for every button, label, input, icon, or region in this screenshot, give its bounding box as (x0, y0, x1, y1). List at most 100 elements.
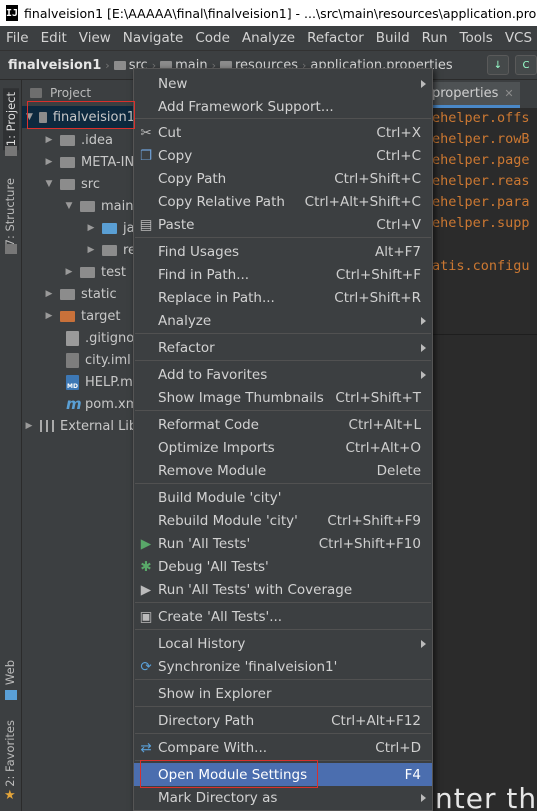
collapsed-arrow-icon: ▶ (45, 157, 53, 167)
tree-item-resources[interactable]: ▶ re (86, 239, 137, 261)
submenu-arrow-icon (421, 639, 426, 648)
tree-item-static[interactable]: ▶ static (44, 283, 117, 305)
breadcrumb-project[interactable]: finalveision1 (0, 58, 105, 73)
editor-tab-application-properties[interactable]: properties ✕ (430, 82, 520, 108)
code-line: ehelper.rowB (432, 131, 530, 147)
menu-item-label: Run 'All Tests' (158, 535, 251, 552)
menu-item-shortcut: Ctrl+V (376, 216, 421, 233)
structure-tab-icon (5, 244, 17, 254)
run-config-dropdown[interactable]: C (515, 55, 537, 75)
menu-item-optimize-imports[interactable]: Optimize Imports Ctrl+Alt+O (134, 436, 432, 459)
collapsed-arrow-icon: ▶ (87, 245, 95, 255)
submenu-arrow-icon (421, 343, 426, 352)
tree-item-src[interactable]: ▼ src (44, 173, 100, 195)
tree-item-external-libraries[interactable]: ▶ External Lib (24, 415, 138, 437)
tree-item-main[interactable]: ▼ main (64, 195, 134, 217)
menu-item-debug-all-tests[interactable]: ✱ Debug 'All Tests' (134, 555, 432, 578)
context-menu: New Add Framework Support... ✂ Cut Ctrl+X ❐ Co… (133, 68, 433, 811)
menu-item-copy-path[interactable]: Copy Path Ctrl+Shift+C (134, 167, 432, 190)
menu-item-label: Copy (158, 147, 193, 164)
menu-tools[interactable]: Tools (454, 30, 499, 46)
tree-item-meta-inf[interactable]: ▶ META-IN (44, 151, 135, 173)
menu-item-analyze[interactable]: Analyze (134, 309, 432, 332)
menu-item-copy-relative-path[interactable]: Copy Relative Path Ctrl+Alt+Shift+C (134, 190, 432, 213)
tree-item-label: city.iml (85, 352, 131, 368)
menu-item-replace-in-path[interactable]: Replace in Path... Ctrl+Shift+R (134, 286, 432, 309)
menu-view[interactable]: View (73, 30, 117, 46)
menu-item-synchronize-finalveision1[interactable]: ⟳ Synchronize 'finalveision1' (134, 655, 432, 678)
menu-item-label: Remove Module (158, 462, 267, 479)
menu-item-show-in-explorer[interactable]: Show in Explorer (134, 682, 432, 705)
menu-item-remove-module[interactable]: Remove Module Delete (134, 459, 432, 482)
menu-item-copy[interactable]: ❐ Copy Ctrl+C (134, 144, 432, 167)
close-icon[interactable]: ✕ (504, 87, 513, 100)
tree-item-java[interactable]: ▶ ja (86, 217, 135, 239)
menu-vcs[interactable]: VCS (499, 30, 537, 46)
tree-item-gitignore[interactable]: .gitignor (66, 327, 140, 349)
menu-item-new[interactable]: New (134, 72, 432, 95)
menu-separator (135, 360, 431, 361)
menu-item-shortcut: Ctrl+Shift+C (334, 170, 421, 187)
menu-file[interactable]: File (0, 30, 35, 46)
tree-item-target[interactable]: ▶ target (44, 305, 121, 327)
tree-item-label: test (101, 264, 126, 280)
folder-icon (80, 266, 95, 278)
menu-code[interactable]: Code (189, 30, 236, 46)
tab-structure[interactable]: 7: Structure (3, 178, 17, 246)
resources-folder-icon (102, 244, 117, 256)
menu-item-show-image-thumbnails[interactable]: Show Image Thumbnails Ctrl+Shift+T (134, 386, 432, 409)
menu-item-label: Add Framework Support... (158, 98, 334, 115)
menu-item-compare-with[interactable]: ⇄ Compare With... Ctrl+D (134, 736, 432, 759)
menu-item-find-usages[interactable]: Find Usages Alt+F7 (134, 240, 432, 263)
menu-build[interactable]: Build (370, 30, 416, 46)
tab-favorites[interactable]: 2: Favorites (3, 720, 17, 787)
tree-item-test[interactable]: ▶ test (64, 261, 126, 283)
menu-item-label: Find Usages (158, 243, 240, 260)
menu-item-label: Show Image Thumbnails (158, 389, 324, 406)
menu-edit[interactable]: Edit (35, 30, 73, 46)
tree-item-label: External Lib (60, 418, 138, 434)
menu-item-paste[interactable]: ▤ Paste Ctrl+V (134, 213, 432, 236)
folder-icon (60, 134, 75, 146)
menu-item-label: Run 'All Tests' with Coverage (158, 581, 353, 598)
menu-item-label: Debug 'All Tests' (158, 558, 269, 575)
menu-item-add-framework-support[interactable]: Add Framework Support... (134, 95, 432, 118)
menu-item-cut[interactable]: ✂ Cut Ctrl+X (134, 121, 432, 144)
menu-item-rebuild-module-city[interactable]: Rebuild Module 'city' Ctrl+Shift+F9 (134, 509, 432, 532)
menu-item-local-history[interactable]: Local History (134, 632, 432, 655)
excluded-folder-icon (60, 310, 75, 322)
tree-item-help-md[interactable]: MD HELP.mc (66, 371, 140, 393)
tree-item-pom-xml[interactable]: m pom.xm (66, 393, 138, 415)
annotation-box-project-root (27, 101, 135, 129)
menu-refactor[interactable]: Refactor (301, 30, 370, 46)
menu-item-add-to-favorites[interactable]: Add to Favorites (134, 363, 432, 386)
menu-item-label: Cut (158, 124, 182, 141)
menu-item-reformat-code[interactable]: Reformat Code Ctrl+Alt+L (134, 413, 432, 436)
scissors-icon: ✂ (140, 124, 152, 141)
menu-item-mark-directory-as[interactable]: Mark Directory as (134, 786, 432, 809)
tree-item-city-iml[interactable]: city.iml (66, 349, 131, 371)
menu-item-directory-path[interactable]: Directory Path Ctrl+Alt+F12 (134, 709, 432, 732)
menu-item-shortcut: Ctrl+X (376, 124, 421, 141)
tree-item-idea[interactable]: ▶ .idea (44, 129, 113, 151)
menu-navigate[interactable]: Navigate (117, 30, 190, 46)
menu-item-run-all-tests-with-coverage[interactable]: ▶ Run 'All Tests' with Coverage (134, 578, 432, 601)
menu-item-create-all-tests[interactable]: ▣ Create 'All Tests'... (134, 605, 432, 628)
menu-item-label: Rebuild Module 'city' (158, 512, 298, 529)
menu-item-run-all-tests[interactable]: ▶ Run 'All Tests' Ctrl+Shift+F10 (134, 532, 432, 555)
tab-label: properties (432, 86, 499, 101)
menu-item-build-module-city[interactable]: Build Module 'city' (134, 486, 432, 509)
tab-web[interactable]: Web (3, 660, 17, 685)
menu-item-label: Synchronize 'finalveision1' (158, 658, 338, 675)
menu-analyze[interactable]: Analyze (236, 30, 301, 46)
code-line: ehelper.offs (432, 110, 530, 126)
tab-project[interactable]: 1: Project (3, 88, 19, 151)
menu-item-find-in-path[interactable]: Find in Path... Ctrl+Shift+F (134, 263, 432, 286)
vcs-update-icon[interactable]: ↓ (487, 55, 509, 75)
menu-item-label: Find in Path... (158, 266, 250, 283)
collapsed-arrow-icon: ▶ (87, 223, 95, 233)
menu-item-shortcut: Ctrl+Alt+O (345, 439, 421, 456)
menu-run[interactable]: Run (416, 30, 454, 46)
intellij-logo-icon: IJ (6, 5, 19, 21)
menu-item-refactor[interactable]: Refactor (134, 336, 432, 359)
